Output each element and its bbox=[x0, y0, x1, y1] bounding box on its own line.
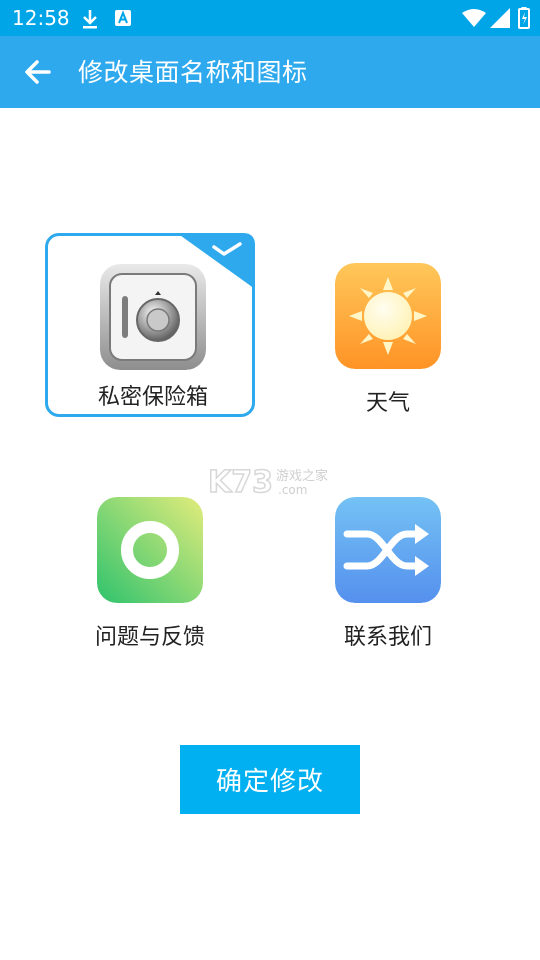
app-bar: 修改桌面名称和图标 bbox=[0, 36, 540, 108]
icon-option-weather[interactable]: 天气 bbox=[283, 235, 493, 419]
download-icon bbox=[83, 10, 97, 29]
option-label-contact: 联系我们 bbox=[343, 625, 432, 650]
battery-icon bbox=[518, 7, 530, 29]
watermark-logo: K73 游戏之家 .com bbox=[207, 464, 328, 498]
app-notification-icon bbox=[115, 10, 131, 26]
ring-icon bbox=[97, 497, 203, 603]
option-label-feedback: 问题与反馈 bbox=[94, 625, 205, 650]
option-label-safe: 私密保险箱 bbox=[97, 385, 208, 410]
icon-option-safe[interactable]: 私密保险箱 bbox=[45, 233, 255, 417]
watermark-text: K73 bbox=[208, 465, 273, 498]
sun-icon bbox=[335, 263, 441, 369]
arrow-left-icon[interactable] bbox=[22, 56, 54, 88]
option-label-weather: 天气 bbox=[365, 391, 410, 416]
page-title: 修改桌面名称和图标 bbox=[78, 58, 308, 87]
watermark-domain: .com bbox=[278, 483, 307, 497]
wifi-icon bbox=[462, 9, 486, 27]
shuffle-icon bbox=[335, 497, 441, 603]
confirm-button[interactable]: 确定修改 bbox=[180, 745, 360, 814]
status-time: 12:58 bbox=[12, 6, 70, 30]
signal-icon bbox=[490, 8, 510, 28]
status-bar: 12:58 bbox=[0, 0, 540, 36]
watermark-subtext: 游戏之家 bbox=[276, 468, 328, 484]
safe-icon bbox=[100, 264, 206, 370]
